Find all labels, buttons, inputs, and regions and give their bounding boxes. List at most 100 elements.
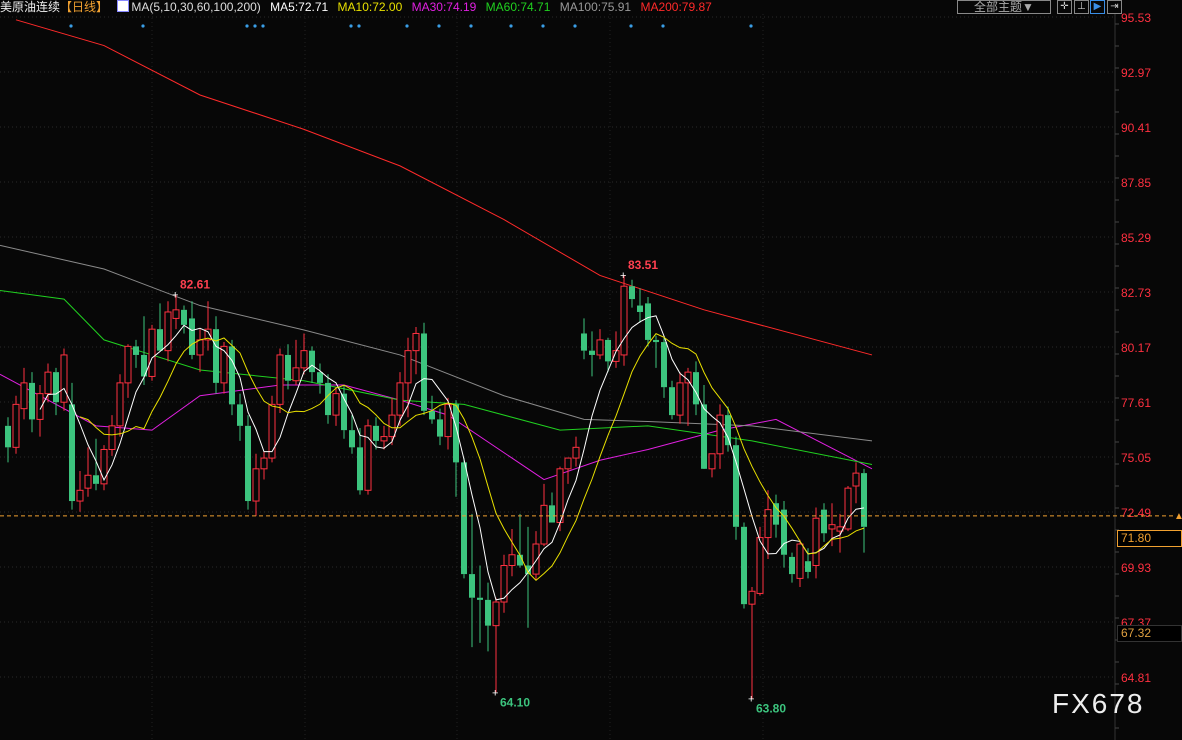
candle xyxy=(676,372,684,424)
candle xyxy=(36,385,44,437)
candle-body xyxy=(213,329,219,383)
candle-body xyxy=(20,382,28,410)
extreme-marker: + xyxy=(748,694,754,706)
candle-body xyxy=(461,462,467,575)
candle-body xyxy=(748,590,756,605)
event-marker xyxy=(629,24,633,28)
candle xyxy=(805,548,811,579)
candle-body xyxy=(733,445,739,527)
candle-body xyxy=(581,333,587,351)
candle xyxy=(341,385,347,439)
candle xyxy=(124,344,132,398)
low-label: 63.80 xyxy=(756,702,786,716)
candle-body xyxy=(861,473,867,527)
event-marker xyxy=(469,24,473,28)
event-marker xyxy=(357,24,361,28)
candle xyxy=(108,415,116,456)
y-tick-label: 77.61 xyxy=(1121,396,1151,410)
event-marker xyxy=(573,24,577,28)
candle xyxy=(796,539,804,587)
event-marker xyxy=(661,24,665,28)
candle-body xyxy=(485,599,491,626)
candle-body xyxy=(5,425,11,448)
candle xyxy=(812,507,820,579)
candle-body xyxy=(852,472,860,487)
candle xyxy=(741,522,747,609)
candle-body xyxy=(396,382,404,416)
candle-body xyxy=(669,387,675,416)
candle xyxy=(245,415,251,510)
candle-body xyxy=(317,372,323,383)
candle-body xyxy=(629,286,635,300)
candle xyxy=(669,380,675,420)
candle-body xyxy=(388,414,396,438)
candle xyxy=(349,415,355,454)
candle-body xyxy=(285,354,291,381)
candle-body xyxy=(181,309,187,325)
candle xyxy=(164,301,172,362)
extreme-marker: + xyxy=(172,290,178,302)
candle-body xyxy=(596,339,604,356)
current-price-arrow-icon: ▲ xyxy=(1174,511,1182,522)
candle-body xyxy=(540,504,548,545)
candle xyxy=(76,470,84,512)
candle xyxy=(84,447,92,497)
candle-body xyxy=(100,448,108,485)
candle-body xyxy=(532,543,540,575)
candlestick-chart[interactable]: 95.53 92.97 90.41 87.85 85.29 82.73 80.17 77.61… xyxy=(0,0,1182,740)
candle-body xyxy=(477,597,483,600)
candle-body xyxy=(725,415,731,446)
candle-body xyxy=(332,393,340,416)
candle-body xyxy=(325,382,331,416)
candle xyxy=(612,331,620,368)
y-tick-label: 90.41 xyxy=(1121,121,1151,135)
candle-body xyxy=(429,410,435,420)
candle-body xyxy=(549,505,555,523)
event-marker xyxy=(541,24,545,28)
candle xyxy=(213,316,219,394)
candle xyxy=(716,404,724,469)
candle-body xyxy=(469,574,475,598)
candle xyxy=(461,458,467,579)
y-tick-label: 72.49 xyxy=(1121,506,1151,520)
event-marker xyxy=(405,24,409,28)
candle xyxy=(60,348,68,411)
candle xyxy=(317,363,323,394)
candle-body xyxy=(676,382,684,416)
y-tick-label: 82.73 xyxy=(1121,286,1151,300)
y-tick-label: 69.93 xyxy=(1121,561,1151,575)
candle xyxy=(229,339,235,416)
candle xyxy=(204,301,212,351)
high-label: 82.61 xyxy=(180,278,210,292)
candle-body xyxy=(828,524,836,530)
candle-body xyxy=(756,537,764,594)
candle-body xyxy=(564,457,572,470)
candle-body xyxy=(260,457,268,470)
candle-body xyxy=(252,468,260,502)
candle-body xyxy=(44,371,52,395)
candle-body xyxy=(661,342,667,388)
candle xyxy=(388,397,396,446)
candle-body xyxy=(196,339,204,356)
candle xyxy=(492,597,500,693)
watermark: FX678 xyxy=(1052,688,1145,719)
y-tick-label: 85.29 xyxy=(1121,231,1151,245)
current-price-label: 71.80 xyxy=(1117,530,1182,547)
candle xyxy=(684,367,692,426)
candle-body xyxy=(268,403,276,459)
candle xyxy=(836,513,844,553)
high-label: 83.51 xyxy=(628,258,658,272)
candle-body xyxy=(741,526,747,605)
candle-body xyxy=(589,350,595,355)
candle xyxy=(572,436,580,467)
candle-body xyxy=(349,430,355,448)
candle-body xyxy=(116,382,124,427)
candle-body xyxy=(237,404,243,426)
candle xyxy=(100,445,108,491)
event-marker xyxy=(253,24,257,28)
candle-body xyxy=(508,554,516,566)
candle-body xyxy=(148,328,156,377)
candle xyxy=(332,387,340,426)
candle-body xyxy=(357,447,363,491)
candle xyxy=(469,513,475,648)
